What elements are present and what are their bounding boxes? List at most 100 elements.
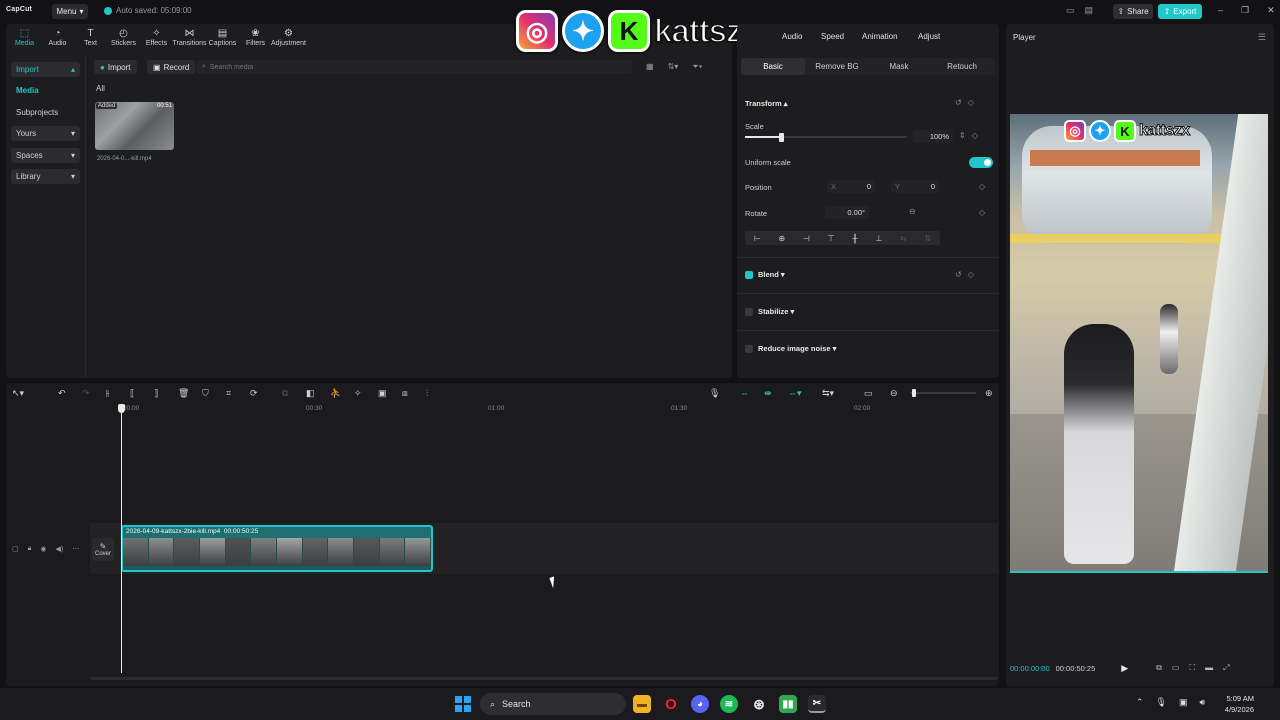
search-input[interactable] xyxy=(209,63,610,71)
align-right-icon[interactable]: ⊣ xyxy=(803,234,810,243)
reset-icon[interactable]: ↺ xyxy=(955,98,962,107)
tab-audio[interactable]: Audio xyxy=(782,32,802,41)
blend-checkbox[interactable] xyxy=(745,271,753,279)
opera-icon[interactable]: O xyxy=(662,695,680,713)
shortcuts-icon[interactable]: ▤ xyxy=(1085,5,1094,16)
tab-adjustment[interactable]: ⚙ Adjustment xyxy=(271,24,306,52)
close-icon[interactable]: ✕ xyxy=(1267,5,1275,16)
fit-icon[interactable]: ⛶ xyxy=(1189,663,1195,673)
keyframe-icon[interactable]: ◇ xyxy=(968,270,974,279)
scale-slider-handle[interactable] xyxy=(778,133,784,142)
export-button[interactable]: ⇧ Export xyxy=(1158,4,1202,19)
rotate-field[interactable]: 0.00° xyxy=(825,206,869,219)
audio-split-icon[interactable]: ⫶ xyxy=(426,388,428,399)
playhead-handle[interactable] xyxy=(118,404,125,413)
tab-animation[interactable]: Animation xyxy=(862,32,898,41)
microphone-icon[interactable]: 🎙 xyxy=(709,388,720,399)
rotate-keyframe-icon[interactable]: ◇ xyxy=(979,208,985,217)
undo-icon[interactable]: ↶ xyxy=(58,388,66,399)
expand-icon[interactable]: ⤢ xyxy=(1223,663,1229,673)
zoom-out-icon[interactable]: ⊖ xyxy=(890,388,898,399)
align-center-v-icon[interactable]: ╫ xyxy=(852,234,858,243)
subtab-basic[interactable]: Basic xyxy=(741,58,805,75)
mark-icon[interactable]: ⛉ xyxy=(202,388,209,399)
align-center-h-icon[interactable]: ⊕ xyxy=(778,234,785,243)
position-y-field[interactable]: Y0 xyxy=(891,180,939,193)
record-button[interactable]: ▣ Record xyxy=(147,60,196,74)
keyframe-icon[interactable]: ◇ xyxy=(968,98,974,107)
remove-bg-icon[interactable]: ⛹ xyxy=(330,388,341,399)
freeze-icon[interactable]: ⧉ xyxy=(282,388,288,399)
tab-media[interactable]: ⬚ Media xyxy=(8,24,41,52)
media-search[interactable]: ⌕ xyxy=(196,60,632,74)
grid-view-icon[interactable]: ▦ xyxy=(646,62,654,72)
magic-icon[interactable]: ✧ xyxy=(354,388,362,399)
time-ruler[interactable]: 00:00 00:30 01:00 01:30 02:00 xyxy=(118,405,998,415)
split-icon[interactable]: ⫲ xyxy=(106,388,109,399)
timeline-scrollbar[interactable] xyxy=(90,677,998,680)
filter-all[interactable]: All xyxy=(96,84,105,93)
captions-icon[interactable]: ▣ xyxy=(378,388,387,399)
subtab-remove-bg[interactable]: Remove BG xyxy=(805,58,869,75)
network-icon[interactable]: ▣ xyxy=(1179,697,1188,708)
auto-snap-icon[interactable]: ⇼ xyxy=(764,388,772,399)
rotate-dial-icon[interactable]: ⊖ xyxy=(909,207,916,216)
zoom-in-icon[interactable]: ⊕ xyxy=(985,388,993,399)
filter-icon[interactable]: ⏷▾ xyxy=(692,62,702,72)
steam-icon[interactable]: ⊛ xyxy=(750,695,768,713)
tab-audio[interactable]: ◔ Audio xyxy=(41,24,74,52)
sidenav-import[interactable]: Import ▴ xyxy=(11,62,80,77)
lock-icon[interactable]: 🔒︎ xyxy=(28,545,32,553)
stabilize-header[interactable]: Stabilize ▾ xyxy=(758,307,794,316)
reduce-noise-header[interactable]: Reduce image noise ▾ xyxy=(758,344,836,353)
taskbar-clock[interactable]: 5:09 AM 4/9/2026 xyxy=(1214,693,1254,715)
align-bottom-icon[interactable]: ⊥ xyxy=(875,234,882,243)
select-tool-icon[interactable]: ↖▾ xyxy=(12,388,24,399)
tab-captions[interactable]: ▤ Captions xyxy=(206,24,239,52)
preview-axis-icon[interactable]: ⇆▾ xyxy=(822,388,834,399)
reframe-icon[interactable]: ⧈ xyxy=(402,388,408,399)
sort-icon[interactable]: ⇅▾ xyxy=(668,62,679,72)
ratio-icon[interactable]: ▬ xyxy=(1205,663,1213,673)
chevron-up-icon[interactable]: ⌃ xyxy=(1136,697,1144,708)
zoom-slider-handle[interactable] xyxy=(912,389,916,397)
reset-icon[interactable]: ↺ xyxy=(955,270,962,279)
volume-icon[interactable]: 🔊︎ xyxy=(1200,697,1206,708)
tab-filters[interactable]: ❀ Filters xyxy=(239,24,272,52)
align-left-icon[interactable]: ⊢ xyxy=(754,234,761,243)
tab-speed[interactable]: Speed xyxy=(821,32,844,41)
import-button[interactable]: ● Import xyxy=(94,60,137,74)
microphone-icon[interactable]: 🎙 xyxy=(1156,697,1167,708)
zoom-slider[interactable] xyxy=(910,392,976,394)
play-icon[interactable]: ▶ xyxy=(1121,663,1128,674)
blend-header[interactable]: Blend ▾ xyxy=(758,270,785,279)
stabilize-checkbox[interactable] xyxy=(745,308,753,316)
subtab-retouch[interactable]: Retouch xyxy=(929,58,995,75)
playhead[interactable] xyxy=(121,407,122,673)
crop-icon[interactable]: ⌗ xyxy=(226,388,231,399)
main-track-magnet-icon[interactable]: ⇔ xyxy=(740,388,749,398)
position-keyframe-icon[interactable]: ◇ xyxy=(979,182,985,191)
maximize-icon[interactable]: ❐ xyxy=(1241,5,1249,16)
uniform-scale-toggle[interactable] xyxy=(969,157,993,168)
redo-icon[interactable]: ↷ xyxy=(82,388,90,399)
tab-stickers[interactable]: ◴ Stickers xyxy=(107,24,140,52)
tab-effects[interactable]: ✧ Effects xyxy=(140,24,173,52)
media-thumbnail[interactable]: Added 00:51 xyxy=(95,102,174,150)
mute-icon[interactable]: ◀︎) xyxy=(55,545,63,553)
keyframe-icon[interactable]: ◇ xyxy=(972,131,978,140)
align-top-icon[interactable]: ⊤ xyxy=(827,234,834,243)
video-preview[interactable]: ◎ ✦ K kattszx xyxy=(1010,114,1268,573)
quality-icon[interactable]: ▭ xyxy=(1172,663,1180,673)
layout-icon[interactable]: ▭ xyxy=(1066,5,1075,16)
tab-text[interactable]: T Text xyxy=(74,24,107,52)
speed-icon[interactable]: ⟳ xyxy=(250,388,258,399)
tab-adjust[interactable]: Adjust xyxy=(918,32,940,41)
mirror-icon[interactable]: ◧ xyxy=(306,388,315,399)
windows-start-icon[interactable] xyxy=(455,696,471,712)
taskbar-search[interactable]: ⌕ Search xyxy=(480,693,626,715)
menu-icon[interactable]: ☰ xyxy=(1258,32,1266,43)
stepper-icon[interactable]: ⇕ xyxy=(959,131,966,140)
split-left-icon[interactable]: ⟦ xyxy=(130,388,134,399)
minimize-icon[interactable]: – xyxy=(1218,5,1223,16)
